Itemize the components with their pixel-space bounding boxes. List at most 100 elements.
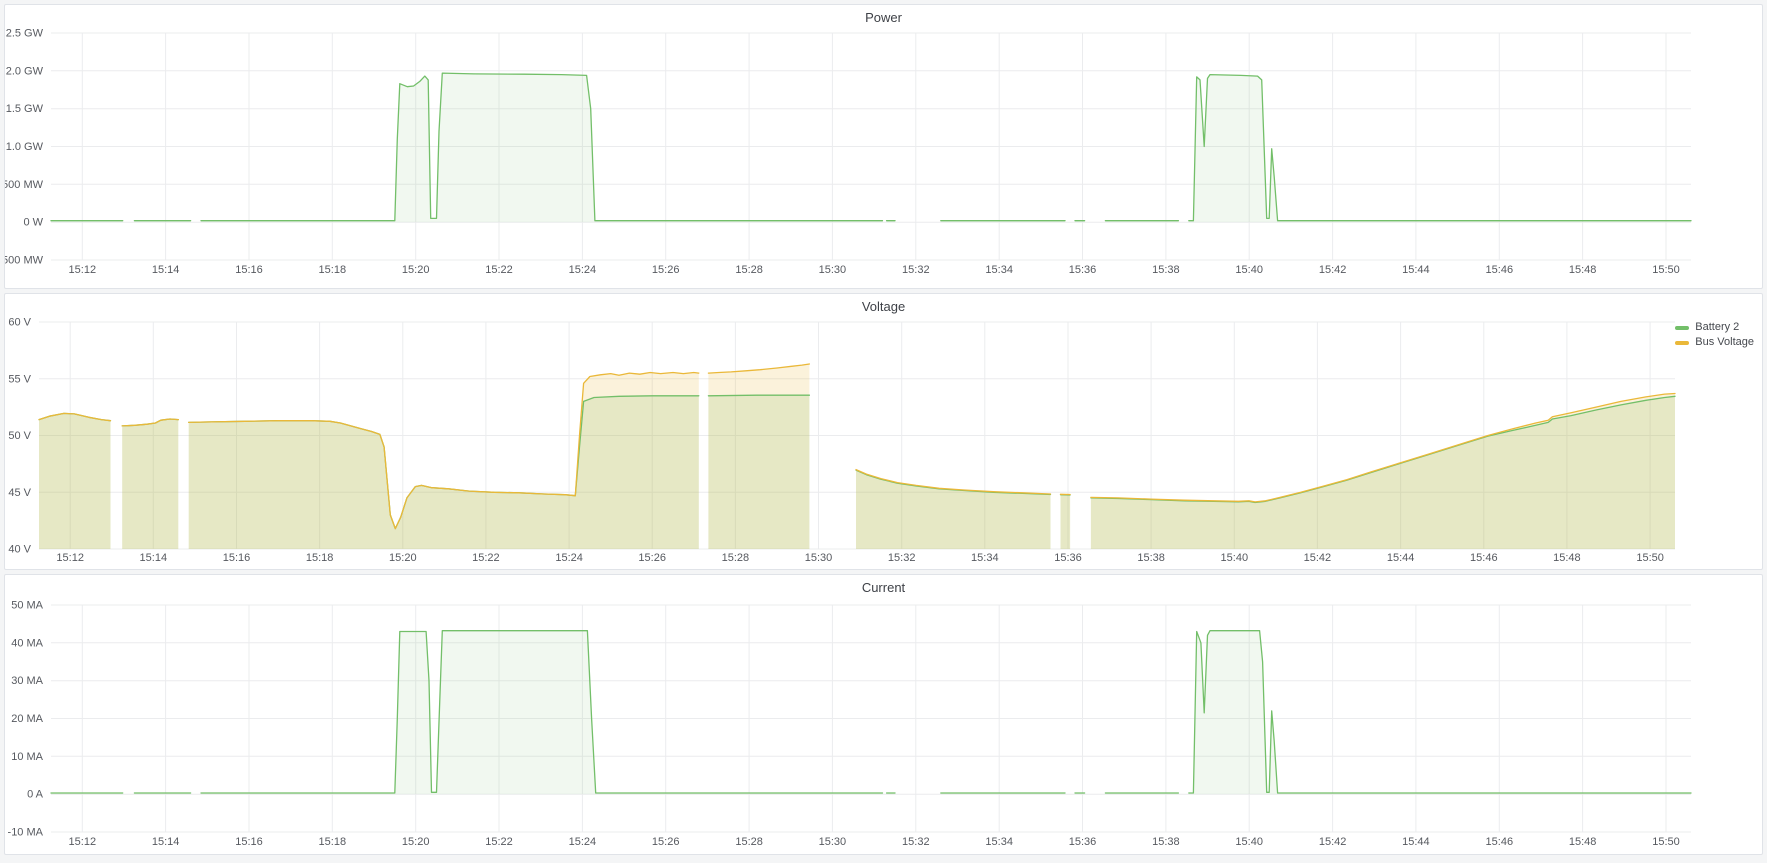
svg-text:15:48: 15:48 [1569, 264, 1597, 276]
svg-text:15:34: 15:34 [985, 264, 1013, 276]
svg-text:15:46: 15:46 [1470, 552, 1498, 564]
y-axis-labels: 50 MA40 MA30 MA20 MA10 MA0 A-10 MA [8, 600, 44, 839]
svg-text:15:32: 15:32 [902, 836, 930, 848]
svg-text:-10 MA: -10 MA [8, 827, 44, 839]
svg-text:0 W: 0 W [23, 217, 43, 229]
panel-power-title[interactable]: Power [5, 10, 1762, 25]
svg-text:2.0 GW: 2.0 GW [6, 65, 44, 77]
svg-text:15:16: 15:16 [223, 552, 251, 564]
svg-text:15:22: 15:22 [485, 836, 513, 848]
svg-text:15:42: 15:42 [1319, 264, 1347, 276]
svg-text:50 MA: 50 MA [11, 600, 43, 612]
svg-text:15:34: 15:34 [985, 836, 1013, 848]
bus-voltage-series-swatch [1675, 341, 1689, 345]
grid [51, 33, 1691, 260]
svg-text:50 V: 50 V [8, 430, 31, 442]
y-axis-labels: 60 V 55 V 50 V 45 V 40 V [8, 317, 31, 556]
panel-power: Power 2.5 GW2.0 GW1.5 GW1.0 GW500 MW0 W-… [4, 4, 1763, 289]
svg-text:15:30: 15:30 [805, 552, 833, 564]
svg-text:45 V: 45 V [8, 487, 31, 499]
svg-text:15:16: 15:16 [235, 264, 263, 276]
svg-text:15:24: 15:24 [569, 264, 597, 276]
svg-text:15:16: 15:16 [235, 836, 263, 848]
svg-text:15:18: 15:18 [319, 264, 347, 276]
svg-text:15:20: 15:20 [402, 264, 430, 276]
power-chart[interactable]: 2.5 GW2.0 GW1.5 GW1.0 GW500 MW0 W-500 MW… [5, 5, 1762, 288]
svg-text:15:42: 15:42 [1304, 552, 1332, 564]
legend-item-battery2[interactable]: Battery 2 [1675, 320, 1754, 335]
svg-text:15:44: 15:44 [1402, 836, 1430, 848]
svg-text:15:34: 15:34 [971, 552, 999, 564]
svg-text:15:18: 15:18 [306, 552, 334, 564]
svg-text:55 V: 55 V [8, 373, 31, 385]
svg-text:15:22: 15:22 [472, 552, 500, 564]
svg-text:60 V: 60 V [8, 317, 31, 329]
svg-text:15:24: 15:24 [569, 836, 597, 848]
svg-text:15:36: 15:36 [1054, 552, 1082, 564]
svg-text:15:40: 15:40 [1235, 836, 1263, 848]
svg-text:15:36: 15:36 [1069, 264, 1097, 276]
svg-text:15:28: 15:28 [722, 552, 750, 564]
series-fills [39, 364, 1675, 549]
svg-text:15:40: 15:40 [1221, 552, 1249, 564]
svg-text:15:50: 15:50 [1652, 836, 1680, 848]
svg-text:15:20: 15:20 [402, 836, 430, 848]
svg-text:15:48: 15:48 [1569, 836, 1597, 848]
svg-text:15:14: 15:14 [152, 836, 180, 848]
panel-voltage: Voltage 60 V 55 V 50 V 45 V 40 V 15:12 15:14 15… [4, 293, 1763, 570]
svg-text:-500 MW: -500 MW [5, 255, 44, 267]
legend-item-bus-voltage[interactable]: Bus Voltage [1675, 335, 1754, 350]
battery2-series-swatch [1675, 326, 1689, 330]
x-axis-labels: 15:1215:1415:1615:1815:2015:2215:2415:26… [56, 552, 1663, 564]
panel-current-title[interactable]: Current [5, 580, 1762, 595]
legend-label-bus-voltage: Bus Voltage [1695, 335, 1754, 350]
svg-text:15:26: 15:26 [638, 552, 666, 564]
svg-text:15:50: 15:50 [1636, 552, 1664, 564]
svg-text:15:18: 15:18 [319, 836, 347, 848]
svg-text:40 V: 40 V [8, 544, 31, 556]
panel-voltage-title[interactable]: Voltage [5, 299, 1762, 314]
x-axis-labels: 15:12 15:14 15:16 15:18 15:20 15:22 15:24 15:26… [69, 836, 1680, 848]
svg-text:15:44: 15:44 [1387, 552, 1415, 564]
svg-text:15:30: 15:30 [819, 836, 847, 848]
legend-label-battery2: Battery 2 [1695, 320, 1739, 335]
y-axis-labels: 2.5 GW2.0 GW1.5 GW1.0 GW500 MW0 W-500 MW [5, 28, 44, 267]
svg-text:1.0 GW: 1.0 GW [6, 141, 44, 153]
svg-text:15:14: 15:14 [152, 264, 180, 276]
voltage-legend: Battery 2 Bus Voltage [1675, 320, 1754, 350]
svg-text:15:30: 15:30 [819, 264, 847, 276]
svg-text:15:28: 15:28 [735, 264, 763, 276]
svg-text:30 MA: 30 MA [11, 675, 43, 687]
svg-text:15:12: 15:12 [69, 836, 97, 848]
series-fills [51, 631, 1691, 794]
svg-text:40 MA: 40 MA [11, 637, 43, 649]
panel-current: Current 50 MA40 MA30 MA20 MA10 MA0 A-10 … [4, 574, 1763, 855]
svg-text:0 A: 0 A [27, 789, 44, 801]
svg-text:15:40: 15:40 [1235, 264, 1263, 276]
svg-text:15:26: 15:26 [652, 836, 680, 848]
x-axis-labels: 15:1215:1415:1615:1815:2015:2215:2415:26… [69, 264, 1680, 276]
svg-text:15:42: 15:42 [1319, 836, 1347, 848]
svg-text:1.5 GW: 1.5 GW [6, 103, 44, 115]
svg-text:15:32: 15:32 [888, 552, 916, 564]
svg-text:20 MA: 20 MA [11, 713, 43, 725]
svg-text:15:44: 15:44 [1402, 264, 1430, 276]
svg-text:15:20: 15:20 [389, 552, 417, 564]
voltage-chart[interactable]: 60 V 55 V 50 V 45 V 40 V 15:12 15:14 15:16 15:18… [5, 294, 1762, 569]
svg-text:15:38: 15:38 [1152, 836, 1180, 848]
svg-text:15:14: 15:14 [140, 552, 168, 564]
svg-text:15:46: 15:46 [1486, 264, 1514, 276]
svg-text:15:46: 15:46 [1486, 836, 1514, 848]
svg-text:15:28: 15:28 [735, 836, 763, 848]
svg-text:15:38: 15:38 [1137, 552, 1165, 564]
svg-text:15:48: 15:48 [1553, 552, 1581, 564]
svg-text:15:36: 15:36 [1069, 836, 1097, 848]
series-lines [51, 631, 1691, 793]
svg-text:15:12: 15:12 [56, 552, 84, 564]
current-chart[interactable]: 50 MA40 MA30 MA20 MA10 MA0 A-10 MA15:121… [5, 575, 1762, 854]
svg-text:15:32: 15:32 [902, 264, 930, 276]
grid [51, 605, 1691, 832]
svg-text:500 MW: 500 MW [5, 179, 44, 191]
svg-text:15:50: 15:50 [1652, 264, 1680, 276]
svg-text:15:22: 15:22 [485, 264, 513, 276]
